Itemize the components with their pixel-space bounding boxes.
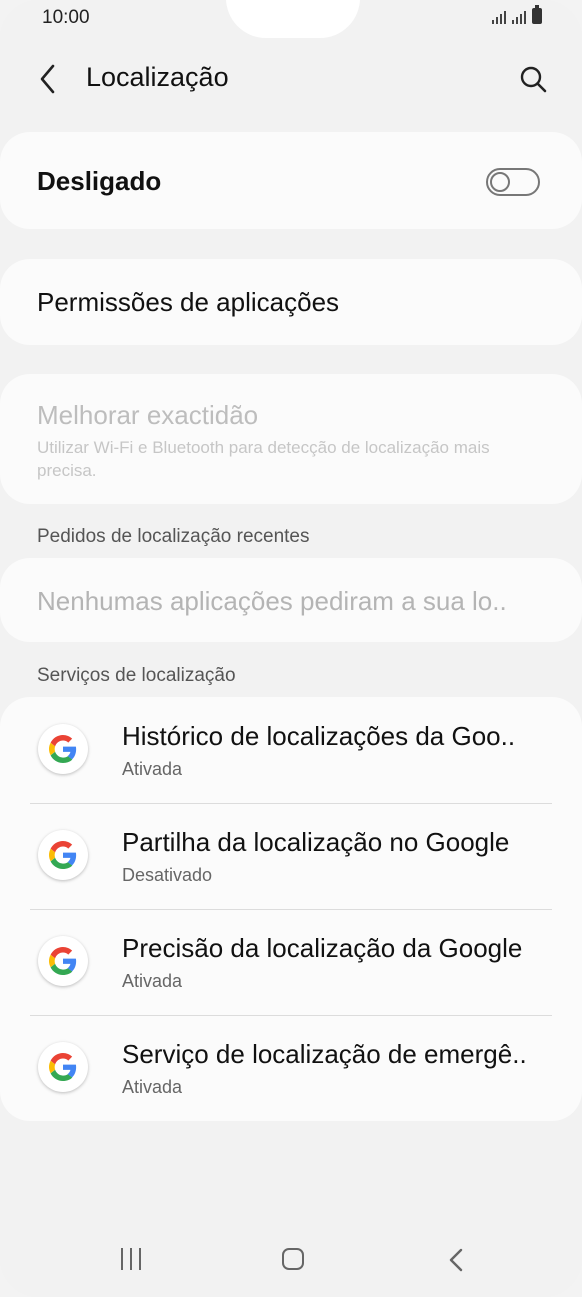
service-status: Ativada [122,1077,183,1097]
location-services-card: Histórico de localizações da Goo.. Ativa… [0,697,582,1121]
service-title: Serviço de localização de emergê.. [122,1039,527,1069]
app-permissions-card[interactable]: Permissões de aplicações [0,259,582,345]
home-icon[interactable] [282,1248,304,1270]
search-icon[interactable] [518,62,548,96]
service-status: Ativada [122,971,183,991]
google-g-icon [38,830,88,880]
location-toggle-label: Desligado [37,166,162,196]
service-status: Ativada [122,759,183,779]
google-g-icon [38,936,88,986]
recent-apps-icon[interactable] [121,1248,141,1270]
system-icons [492,5,542,24]
google-g-glyph [49,1053,77,1081]
service-title: Partilha da localização no Google [122,827,510,857]
navigation-bar [0,1228,582,1288]
improve-accuracy-card[interactable]: Melhorar exactidão Utilizar Wi-Fi e Blue… [0,374,582,504]
service-item-location-history[interactable]: Histórico de localizações da Goo.. Ativa… [0,697,582,803]
location-services-header: Serviços de localização [37,665,236,686]
status-time: 10:00 [42,7,90,28]
service-status: Desativado [122,865,213,885]
improve-accuracy-subtitle: Utilizar Wi-Fi e Bluetooth para detecção… [37,438,490,480]
recent-requests-card: Nenhumas aplicações pediram a sua lo.. [0,558,582,642]
google-g-glyph [49,947,77,975]
status-bar: 10:00 [0,0,582,40]
nav-back-icon[interactable] [446,1247,466,1273]
service-item-location-accuracy[interactable]: Precisão da localização da Google Ativad… [0,909,582,1015]
switch-knob [490,172,510,192]
service-title: Histórico de localizações da Goo.. [122,721,516,751]
location-toggle-card[interactable]: Desligado [0,132,582,229]
recent-requests-empty: Nenhumas aplicações pediram a sua lo.. [37,586,507,616]
app-permissions-label: Permissões de aplicações [37,287,340,317]
recent-requests-header: Pedidos de localização recentes [37,526,310,547]
signal-icon [512,10,526,24]
app-bar: Localização [0,48,582,112]
google-g-glyph [49,841,77,869]
service-item-location-sharing[interactable]: Partilha da localização no Google Desati… [0,803,582,909]
google-g-icon [38,724,88,774]
battery-icon [532,5,542,24]
signal-icon [492,10,506,24]
back-arrow-icon[interactable] [34,62,64,96]
location-switch[interactable] [486,168,540,196]
screen: 10:00 Localização Desligado Permissões d… [0,0,582,1297]
service-title: Precisão da localização da Google [122,933,523,963]
service-item-emergency-location[interactable]: Serviço de localização de emergê.. Ativa… [0,1015,582,1121]
improve-accuracy-title: Melhorar exactidão [37,400,259,430]
camera-notch [226,0,360,38]
google-g-glyph [49,735,77,763]
page-title: Localização [86,62,229,92]
google-g-icon [38,1042,88,1092]
